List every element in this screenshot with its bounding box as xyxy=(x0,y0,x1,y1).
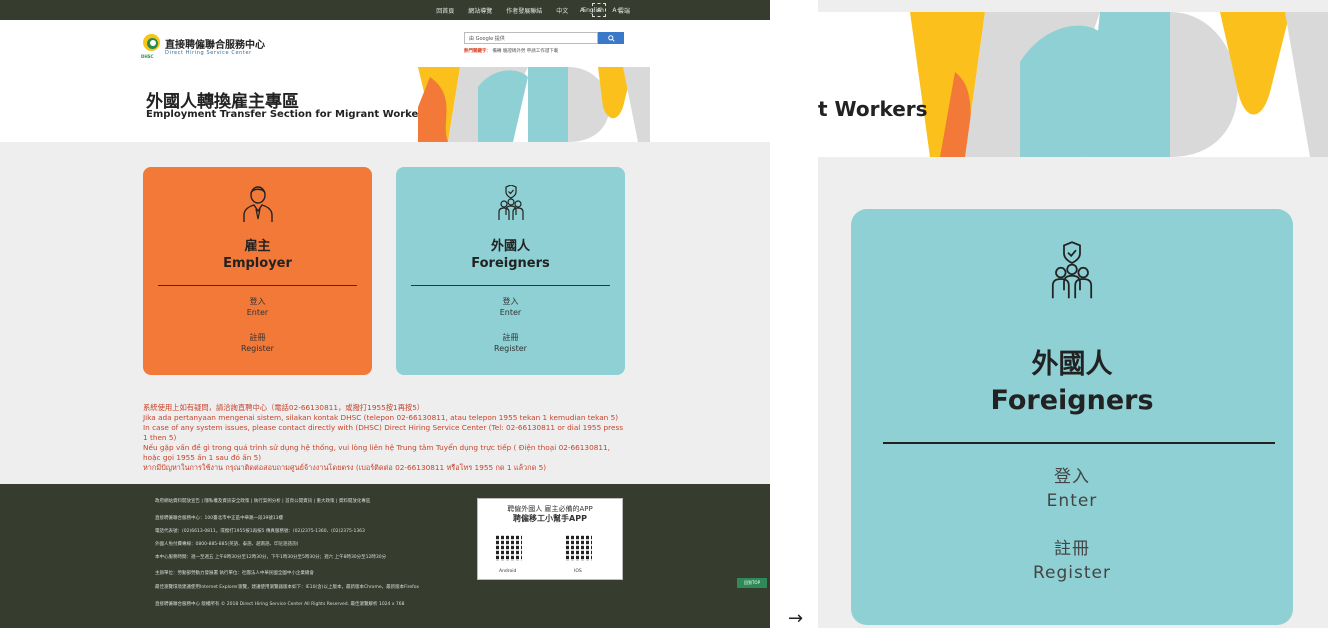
logo-icon[interactable] xyxy=(143,34,160,51)
notice-line-vi: Nếu gặp vấn đề gì trong quá trình sử dụn… xyxy=(143,443,610,462)
foreigners-title-zh: 外國人 xyxy=(490,239,530,254)
zoom-enter-zh: 登入 xyxy=(1054,467,1090,487)
footer-phone: 電話代表號：(02)6613-0811，或撥打1955按1再按5 傳真服務號：(… xyxy=(155,529,365,534)
footer-organizers: 主辦單位：勞動部勞動力發展署 執行單位：社團法人中華民國全國中小企業總會 xyxy=(155,571,314,576)
banner-subtitle: Employment Transfer Section for Migrant … xyxy=(146,109,430,120)
go-top-button[interactable]: 回到TOP xyxy=(737,578,767,588)
notice-line-id: Jika ada pertanyaan mengenai sistem, sil… xyxy=(143,413,619,422)
zoom-arrow: → xyxy=(788,608,804,628)
employer-person-icon xyxy=(242,186,273,222)
link-sitemap[interactable]: 網站導覽 xyxy=(468,6,492,15)
site-footer: 政府網站資料開放宣告 | 隱私權及資訊安全政策 | 執行案例分析 | 首頁公開資… xyxy=(0,484,770,628)
page-screenshot: 回首頁 網站導覽 作者發展聯結 中文 English 雲端 A- A A+ DH… xyxy=(0,0,770,628)
employer-register-zh: 註冊 xyxy=(249,333,266,342)
footer-hotline: 外國人免付費專線：0800-885-885(英語、泰語、越南語、印尼語諮詢) xyxy=(155,542,299,547)
employer-card[interactable]: 雇主 Employer 登入 Enter 註冊 Register xyxy=(143,167,372,375)
search-icon xyxy=(607,34,615,42)
zoom-foreigners-title-zh: 外國人 xyxy=(1031,349,1113,380)
notice-line-en: In case of any system issues, please con… xyxy=(143,423,624,442)
employer-enter-en: Enter xyxy=(246,308,269,317)
zoom-banner: t Workers xyxy=(818,12,1328,157)
section-banner: 外國人轉換雇主專區 Employment Transfer Section fo… xyxy=(0,67,770,142)
foreigners-divider xyxy=(411,285,610,286)
logo-abbr: DHSC xyxy=(141,54,154,59)
employer-title-zh: 雇主 xyxy=(244,239,271,254)
foreigners-group-icon xyxy=(497,185,524,220)
foreigners-enter-en: Enter xyxy=(499,308,522,317)
ios-qr-code[interactable] xyxy=(566,535,592,561)
font-size-medium-button[interactable]: A xyxy=(592,3,606,17)
hot-keywords: 熱門關鍵字： 備轉 驗證碼外勞 申請工作證下載 xyxy=(464,48,558,54)
site-title-en: Direct Hiring Service Center xyxy=(165,50,252,56)
footer-policy-links[interactable]: 政府網站資料開放宣告 | 隱私權及資訊安全政策 | 執行案例分析 | 首頁公開資… xyxy=(155,498,370,504)
font-size-large-button[interactable]: A+ xyxy=(610,3,624,17)
zoom-register-link[interactable]: 註冊 Register xyxy=(851,537,1293,585)
hot-keywords-label: 熱門關鍵字 xyxy=(464,49,487,54)
zoom-panel: t Workers 外國人 Foreigners 登入 Enter 註冊 Reg… xyxy=(818,0,1328,628)
footer-browser-note: 最佳瀏覽環境建議使用Internet Explorer瀏覽，建議使用瀏覽器版本如… xyxy=(155,585,419,590)
footer-hours: 本中心服務時間：週一至週五 上午8時30分至12時30分，下午1時30分至5時3… xyxy=(155,555,387,560)
top-utility-bar: 回首頁 網站導覽 作者發展聯結 中文 English 雲端 A- A A+ xyxy=(0,0,770,20)
zoom-banner-decoration-art xyxy=(910,12,1328,157)
site-title[interactable]: 直接聘僱聯合服務中心 xyxy=(165,36,265,51)
foreigners-register-zh: 註冊 xyxy=(502,333,519,342)
site-header: DHSC 直接聘僱聯合服務中心 Direct Hiring Service Ce… xyxy=(0,20,770,67)
foreigners-title-en: Foreigners xyxy=(471,256,550,271)
footer-address: 直接聘僱聯合服務中心：100臺北市中正區中華路一段39號13樓 xyxy=(155,516,284,521)
foreigners-enter-link[interactable]: 登入 Enter xyxy=(396,296,625,318)
banner-decoration-art xyxy=(418,67,650,142)
android-qr-code[interactable] xyxy=(496,535,522,561)
link-related[interactable]: 作者發展聯結 xyxy=(506,6,542,15)
foreigners-enter-zh: 登入 xyxy=(502,297,519,306)
zoom-register-en: Register xyxy=(1033,563,1111,583)
link-chinese[interactable]: 中文 xyxy=(556,6,568,15)
zoom-register-zh: 註冊 xyxy=(1054,539,1090,559)
search-button[interactable] xyxy=(598,32,624,44)
contact-notice: 系統使用上如有疑問，請洽詢直聘中心（電話02-66130811，或撥打1955按… xyxy=(143,403,628,473)
zoom-enter-en: Enter xyxy=(1046,491,1098,511)
zoom-enter-link[interactable]: 登入 Enter xyxy=(851,465,1293,513)
employer-enter-zh: 登入 xyxy=(249,297,266,306)
footer-copyright: 直接聘僱聯合服務中心 版權所有 © 2018 Direct Hiring Ser… xyxy=(155,602,405,607)
notice-line-zh: 系統使用上如有疑問，請洽詢直聘中心（電話02-66130811，或撥打1955按… xyxy=(143,403,425,412)
zoom-banner-text: t Workers xyxy=(818,97,928,121)
employer-divider xyxy=(158,285,357,286)
link-home[interactable]: 回首頁 xyxy=(436,6,454,15)
app-promo-title: 聘僱移工小幫手APP xyxy=(513,514,587,523)
hot-keywords-list[interactable]: ： 備轉 驗證碼外勞 申請工作證下載 xyxy=(487,49,559,54)
font-size-small-button[interactable]: A- xyxy=(576,3,590,17)
zoom-foreigners-card[interactable]: 外國人 Foreigners 登入 Enter 註冊 Register xyxy=(851,209,1293,625)
employer-register-link[interactable]: 註冊 Register xyxy=(143,332,372,354)
notice-line-th: หากมีปัญหาในการใช้งาน กรุณาติดต่อสอบถามศ… xyxy=(143,463,547,472)
employer-enter-link[interactable]: 登入 Enter xyxy=(143,296,372,318)
foreigners-card[interactable]: 外國人 Foreigners 登入 Enter 註冊 Register xyxy=(396,167,625,375)
foreigners-register-link[interactable]: 註冊 Register xyxy=(396,332,625,354)
ios-label: IOS xyxy=(574,569,582,574)
employer-title-en: Employer xyxy=(223,256,292,271)
android-label: Android xyxy=(499,569,517,574)
search-input[interactable]: 由 Google 提供 xyxy=(464,32,598,44)
app-promo-box: 聘僱外國人 雇主必備的APP 聘僱移工小幫手APP Android IOS xyxy=(477,498,623,580)
zoom-foreigners-group-icon xyxy=(1051,241,1093,299)
foreigners-register-en: Register xyxy=(494,344,527,353)
zoom-divider xyxy=(883,442,1275,444)
employer-register-en: Register xyxy=(241,344,274,353)
zoom-foreigners-title-en: Foreigners xyxy=(990,385,1154,416)
